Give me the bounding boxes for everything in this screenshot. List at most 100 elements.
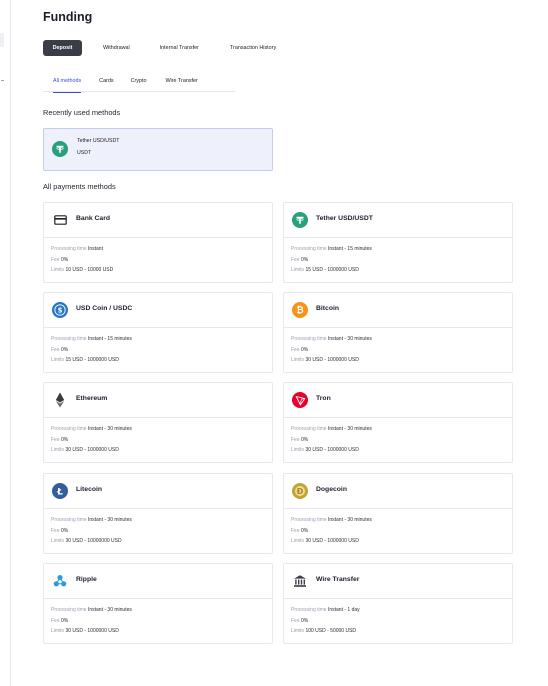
top-tabs: Deposit Withdrawal Internal Transfer Tra… — [43, 40, 276, 56]
method-card-ripple[interactable]: Ripple Processing time Instant - 30 minu… — [43, 563, 273, 644]
limits-row: Limits 15 USD - 1000000 USD — [51, 357, 119, 363]
fee-value: 0% — [301, 437, 309, 443]
subtab-cards[interactable]: Cards — [99, 74, 113, 92]
card-header: Ethereum — [44, 383, 272, 418]
tab-withdrawal[interactable]: Withdrawal — [103, 45, 130, 51]
method-title: Dogecoin — [316, 486, 347, 493]
limits-row: Limits 10 USD - 10000 USD — [51, 267, 113, 273]
ripple-icon — [52, 573, 68, 589]
recent-method-currency: USDT — [77, 150, 92, 156]
svg-text:Ð: Ð — [297, 487, 304, 496]
card-header: $ USD Coin / USDC — [44, 293, 272, 328]
processing-time-row: Processing time Instant - 30 minutes — [291, 517, 372, 523]
card-header: Tron — [284, 383, 512, 418]
tab-internal-transfer[interactable]: Internal Transfer — [160, 45, 199, 51]
litecoin-icon: Ł — [52, 483, 68, 499]
method-card-litecoin[interactable]: Ł Litecoin Processing time Instant - 30 … — [43, 473, 273, 554]
left-rail — [0, 0, 11, 686]
tether-icon — [52, 141, 68, 157]
method-card-ethereum[interactable]: Ethereum Processing time Instant - 30 mi… — [43, 382, 273, 463]
fee-label: Fee — [51, 347, 60, 353]
card-header: Ł Litecoin — [44, 474, 272, 509]
method-card-wire-transfer[interactable]: Wire Transfer Processing time Instant - … — [283, 563, 513, 644]
method-card-tether[interactable]: Tether USD/USDT Processing time Instant … — [283, 202, 513, 283]
method-card-dogecoin[interactable]: Ð Dogecoin Processing time Instant - 30 … — [283, 473, 513, 554]
dogecoin-icon: Ð — [292, 483, 308, 499]
limits-value: 30 USD - 10000000 USD — [65, 538, 122, 544]
subtab-wire-transfer[interactable]: Wire Transfer — [165, 74, 197, 92]
limits-label: Limits — [51, 267, 65, 273]
fee-row: Fee 0% — [291, 347, 308, 353]
ethereum-icon — [52, 392, 68, 408]
limits-row: Limits 100 USD - 50000 USD — [291, 628, 356, 634]
limits-row: Limits 30 USD - 1000000 USD — [51, 447, 119, 453]
method-card-usdc[interactable]: $ USD Coin / USDC Processing time Instan… — [43, 292, 273, 373]
fee-value: 0% — [301, 347, 309, 353]
card-header: Ripple — [44, 564, 272, 599]
limits-label: Limits — [291, 267, 305, 273]
limits-row: Limits 30 USD - 10000000 USD — [51, 538, 122, 544]
card-header: Bank Card — [44, 203, 272, 238]
recent-methods-heading: Recently used methods — [43, 108, 121, 117]
fee-label: Fee — [291, 528, 300, 534]
limits-value: 15 USD - 1000000 USD — [305, 267, 359, 273]
method-card-bitcoin[interactable]: ₿ Bitcoin Processing time Instant - 30 m… — [283, 292, 513, 373]
fee-value: 0% — [61, 347, 69, 353]
fee-row: Fee 0% — [51, 437, 68, 443]
tron-icon — [292, 392, 308, 408]
rail-active-marker — [0, 33, 4, 47]
method-title: Ripple — [76, 576, 97, 583]
fee-row: Fee 0% — [51, 347, 68, 353]
processing-time-label: Processing time — [51, 246, 87, 252]
method-title: Wire Transfer — [316, 576, 360, 583]
subtab-crypto[interactable]: Crypto — [131, 74, 147, 92]
subtab-all-methods[interactable]: All methods — [53, 74, 82, 93]
limits-row: Limits 30 USD - 1000000 USD — [291, 357, 359, 363]
processing-time-label: Processing time — [51, 607, 87, 613]
fee-value: 0% — [61, 618, 69, 624]
method-title: Bank Card — [76, 215, 110, 222]
recent-method-card[interactable]: Tether USD/USDT USDT — [43, 128, 273, 171]
fee-value: 0% — [61, 437, 69, 443]
fee-label: Fee — [51, 618, 60, 624]
fee-value: 0% — [301, 257, 309, 263]
card-header: ₿ Bitcoin — [284, 293, 512, 328]
limits-row: Limits 30 USD - 1000000 USD — [51, 628, 119, 634]
limits-label: Limits — [51, 538, 65, 544]
fee-row: Fee 0% — [291, 618, 308, 624]
fee-label: Fee — [291, 618, 300, 624]
processing-time-row: Processing time Instant - 30 minutes — [51, 426, 132, 432]
processing-time-row: Processing time Instant — [51, 246, 103, 252]
processing-time-value: Instant - 30 minutes — [87, 426, 132, 432]
processing-time-label: Processing time — [51, 426, 87, 432]
limits-row: Limits 30 USD - 1000000 USD — [291, 538, 359, 544]
limits-label: Limits — [291, 357, 305, 363]
fee-label: Fee — [291, 347, 300, 353]
processing-time-label: Processing time — [291, 607, 327, 613]
fee-row: Fee 0% — [291, 437, 308, 443]
fee-label: Fee — [51, 257, 60, 263]
limits-value: 30 USD - 1000000 USD — [305, 357, 359, 363]
tab-transaction-history[interactable]: Transaction History — [230, 45, 276, 51]
processing-time-value: Instant - 15 minutes — [327, 246, 372, 252]
processing-time-label: Processing time — [291, 426, 327, 432]
method-card-tron[interactable]: Tron Processing time Instant - 30 minute… — [283, 382, 513, 463]
processing-time-row: Processing time Instant - 1 day — [291, 607, 360, 613]
tab-deposit[interactable]: Deposit — [43, 40, 82, 56]
processing-time-value: Instant - 1 day — [327, 607, 360, 613]
processing-time-value: Instant — [87, 246, 103, 252]
fee-row: Fee 0% — [51, 618, 68, 624]
all-methods-heading: All payments methods — [43, 182, 116, 191]
limits-value: 15 USD - 1000000 USD — [65, 357, 119, 363]
processing-time-row: Processing time Instant - 15 minutes — [291, 246, 372, 252]
recent-method-name: Tether USD/USDT — [77, 138, 120, 144]
limits-row: Limits 15 USD - 1000000 USD — [291, 267, 359, 273]
method-card-bank-card[interactable]: Bank Card Processing time Instant Fee 0%… — [43, 202, 273, 283]
limits-value: 30 USD - 1000000 USD — [65, 447, 119, 453]
fee-row: Fee 0% — [51, 528, 68, 534]
method-title: Tron — [316, 395, 331, 402]
fee-label: Fee — [291, 257, 300, 263]
processing-time-value: Instant - 30 minutes — [327, 517, 372, 523]
method-title: USD Coin / USDC — [76, 305, 133, 312]
rail-chevron-icon[interactable] — [1, 80, 4, 81]
